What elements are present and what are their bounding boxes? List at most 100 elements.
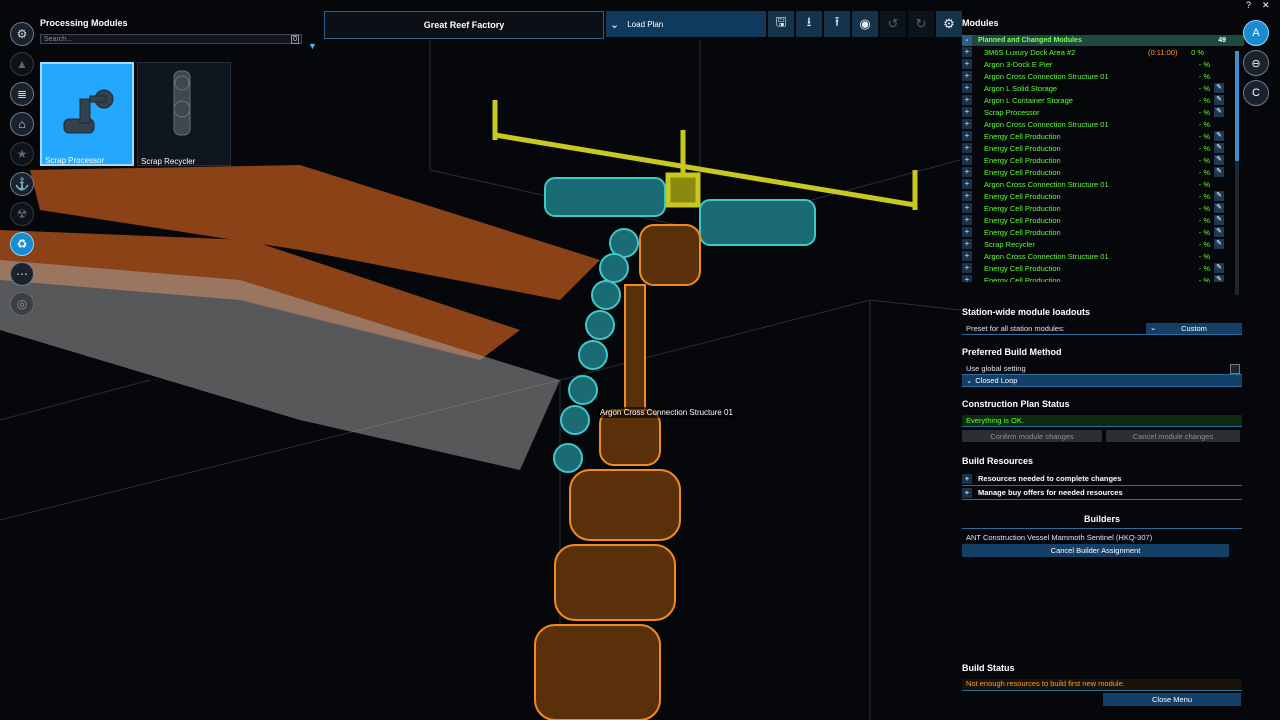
module-row[interactable]: + Energy Cell Production - % ✎ [962,262,1244,274]
module-row[interactable]: + Argon Cross Connection Structure 01 - % [962,70,1244,82]
undo-icon[interactable]: ↺ [880,11,906,37]
module-row[interactable]: + Argon Cross Connection Structure 01 - % [962,118,1244,130]
module-row[interactable]: + Energy Cell Production - % ✎ [962,226,1244,238]
expand-icon[interactable]: + [962,59,972,69]
star-icon[interactable]: ★ [10,142,34,166]
redo-icon[interactable]: ↻ [908,11,934,37]
help-button[interactable]: ? [1246,0,1251,10]
confirm-changes-button[interactable]: Confirm module changes [962,430,1102,442]
module-row[interactable]: + Argon L Solid Storage - % ✎ [962,82,1244,94]
module-row[interactable]: + Energy Cell Production - % ✎ [962,274,1244,282]
edit-loadout-icon[interactable]: ✎ [1214,191,1224,201]
expand-icon[interactable]: + [962,275,972,282]
filter-icon[interactable]: ▼ [308,41,317,51]
module-row[interactable]: + Scrap Recycler - % ✎ [962,238,1244,250]
module-row[interactable]: + Energy Cell Production - % ✎ [962,190,1244,202]
build-method-dropdown[interactable]: ⌄ Closed Loop [962,375,1242,387]
module-row[interactable]: + Scrap Processor - % ✎ [962,106,1244,118]
module-card-scrap-recycler[interactable]: Scrap Recycler [137,62,231,166]
gear-cluster-icon[interactable]: ⚙ [10,22,34,46]
rail-c-button[interactable]: C [1243,80,1269,106]
expand-icon[interactable]: + [962,203,972,213]
module-row[interactable]: + Argon 3-Dock E Pier - % [962,58,1244,70]
preset-label: Preset for all station modules: [966,324,1065,333]
view-icon[interactable]: ◉ [852,11,878,37]
radiation-icon[interactable]: ☢ [10,202,34,226]
search-input[interactable]: Search... 0 [40,34,302,44]
edit-loadout-icon[interactable]: ✎ [1214,107,1224,117]
load-plan-dropdown[interactable]: ⌄ Load Plan [606,11,766,37]
edit-loadout-icon[interactable]: ✎ [1214,143,1224,153]
module-row[interactable]: + Argon Cross Connection Structure 01 - % [962,250,1244,262]
expand-icon[interactable]: + [962,239,972,249]
use-global-row[interactable]: Use global setting [962,363,1242,375]
save-icon[interactable]: 🖫 [768,11,794,37]
expand-icon[interactable]: + [962,119,972,129]
edit-loadout-icon[interactable]: ✎ [1214,263,1224,273]
expander-label: Manage buy offers for needed resources [978,488,1123,497]
module-row[interactable]: + Energy Cell Production - % ✎ [962,214,1244,226]
expand-icon[interactable]: + [962,131,972,141]
edit-loadout-icon[interactable]: ✎ [1214,131,1224,141]
edit-loadout-icon[interactable]: ✎ [1214,95,1224,105]
expand-icon[interactable]: + [962,263,972,273]
module-row[interactable]: + Argon L Container Storage - % ✎ [962,94,1244,106]
module-row[interactable]: + Energy Cell Production - % ✎ [962,142,1244,154]
expand-icon[interactable]: + [962,191,972,201]
rail-a-button[interactable]: A [1243,20,1269,46]
expand-icon[interactable]: + [962,251,972,261]
storage-icon[interactable]: ≣ [10,82,34,106]
module-progress: - % [1198,239,1210,249]
edit-loadout-icon[interactable]: ✎ [1214,83,1224,93]
close-window-button[interactable]: ✕ [1262,0,1270,11]
edit-loadout-icon[interactable]: ✎ [1214,227,1224,237]
edit-loadout-icon[interactable]: ✎ [1214,275,1224,282]
triangle-icon[interactable]: ▲ [10,52,34,76]
station-name[interactable]: Great Reef Factory [324,11,604,39]
edit-loadout-icon[interactable]: ✎ [1214,215,1224,225]
recycle-icon[interactable]: ♻ [10,232,34,256]
home-icon[interactable]: ⌂ [10,112,34,136]
preset-dropdown[interactable]: ⌄ Custom [1146,323,1242,334]
expand-icon[interactable]: + [962,179,972,189]
module-card-scrap-processor[interactable]: Scrap Processor [40,62,134,166]
edit-loadout-icon[interactable]: ✎ [1214,155,1224,165]
planned-modules-header[interactable]: - Planned and Changed Modules 49 [962,35,1244,46]
expand-icon[interactable]: + [962,95,972,105]
settings-icon[interactable]: ⚙ [936,11,962,37]
edit-loadout-icon[interactable]: ✎ [1214,203,1224,213]
use-global-checkbox[interactable] [1230,363,1240,374]
expand-icon[interactable]: + [962,155,972,165]
module-row[interactable]: +3M6S Luxury Dock Area #2 (0:11:00) 0 % [962,46,1244,58]
preset-row: Preset for all station modules: ⌄ Custom [962,323,1242,335]
more-icon[interactable]: ⋯ [10,262,34,286]
expand-icon[interactable]: + [962,107,972,117]
manage-buy-offers-expander[interactable]: + Manage buy offers for needed resources [962,486,1242,500]
cancel-changes-button[interactable]: Cancel module changes [1106,430,1240,442]
module-row[interactable]: + Energy Cell Production - % ✎ [962,202,1244,214]
module-list-scrollbar[interactable] [1235,51,1239,295]
module-row[interactable]: + Energy Cell Production - % ✎ [962,130,1244,142]
anchor-icon[interactable]: ⚓ [10,172,34,196]
module-row[interactable]: + Argon Cross Connection Structure 01 - % [962,178,1244,190]
expand-icon[interactable]: + [962,71,972,81]
cancel-builder-button[interactable]: Cancel Builder Assignment [962,544,1229,557]
export-icon[interactable]: ⭱ [824,11,850,37]
module-name: Energy Cell Production [984,203,1061,213]
expand-icon[interactable]: + [962,167,972,177]
connection-icon[interactable]: ⊖ [1243,50,1269,76]
edit-loadout-icon[interactable]: ✎ [1214,167,1224,177]
ring-icon[interactable]: ◎ [10,292,34,316]
expand-icon[interactable]: + [962,227,972,237]
module-row[interactable]: + Energy Cell Production - % ✎ [962,166,1244,178]
module-row[interactable]: + Energy Cell Production - % ✎ [962,154,1244,166]
edit-loadout-icon[interactable]: ✎ [1214,239,1224,249]
expand-icon[interactable]: + [962,143,972,153]
expand-icon[interactable]: + [962,47,972,57]
expand-icon[interactable]: + [962,83,972,93]
import-icon[interactable]: ⭳ [796,11,822,37]
close-menu-button[interactable]: Close Menu [1103,693,1241,706]
expand-icon[interactable]: + [962,215,972,225]
module-name: Energy Cell Production [984,215,1061,225]
resources-needed-expander[interactable]: + Resources needed to complete changes [962,472,1242,486]
